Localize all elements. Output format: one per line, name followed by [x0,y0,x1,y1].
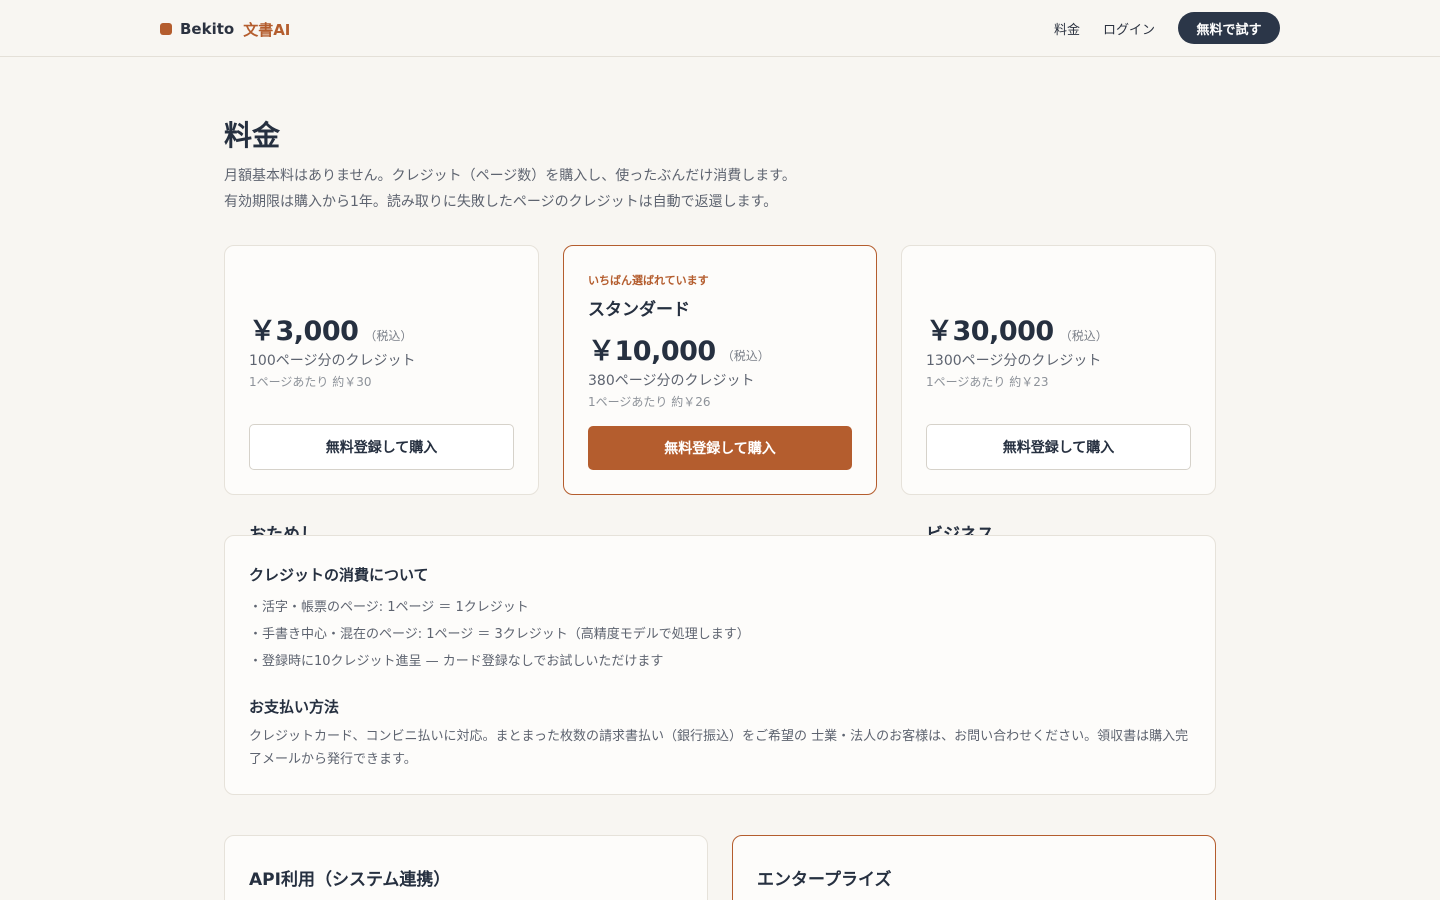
plan-card-standard: いちばん選ばれています スタンダード ￥10,000 （税込） 380ページ分の… [563,245,877,495]
page-lead: 月額基本料はありません。クレジット（ページ数）を購入し、使ったぶんだけ消費します… [224,163,1024,215]
plan-price-row: ￥30,000 （税込） [926,309,1108,348]
lead-line-1: 月額基本料はありません。クレジット（ページ数）を購入し、使ったぶんだけ消費します… [224,168,796,184]
credit-usage-list: ・活字・帳票のページ: 1ページ ＝ 1クレジット ・手書き中心・混在のページ:… [249,598,750,679]
list-item: ・登録時に10クレジット進呈 — カード登録なしでお試しいただけます [249,654,664,669]
plan-credits: 100ページ分のクレジット [249,353,416,369]
page-title: 料金 [224,119,281,152]
brand-logo[interactable]: Bekito 文書AI [160,19,290,39]
plan-price-row: ￥3,000 （税込） [249,309,412,348]
brand-subtitle: 文書AI [243,20,291,39]
plan-per-page: 1ページあたり 約￥23 [926,375,1049,389]
plan-price: ￥30,000 [926,316,1054,347]
nav-link-login[interactable]: ログイン [1103,19,1155,38]
plan-buy-button[interactable]: 無料登録して購入 [926,424,1191,470]
plan-buy-button[interactable]: 無料登録して購入 [588,426,852,470]
plan-credits: 380ページ分のクレジット [588,373,755,389]
plan-tax-note: （税込） [1059,329,1108,343]
credit-usage-title: クレジットの消費について [249,566,429,584]
plan-card-business: ビジネス ￥30,000 （税込） 1300ページ分のクレジット 1ページあたり… [901,245,1216,545]
plan-tax-note: （税込） [364,329,413,343]
payment-method-title: お支払い方法 [249,698,340,716]
api-usage-card: API利用（システム連携） [224,835,708,900]
plan-price-row: ￥10,000 （税込） [588,329,770,368]
plan-buy-button[interactable]: 無料登録して購入 [249,424,514,470]
plan-card-trial: おためし ￥3,000 （税込） 100ページ分のクレジット 1ページあたり 約… [224,245,539,545]
plan-tax-note: （税込） [721,349,770,363]
plan-price: ￥3,000 [249,316,359,347]
plan-name: スタンダード [588,300,690,320]
try-free-button[interactable]: 無料で試す [1178,12,1280,44]
list-item: ・手書き中心・混在のページ: 1ページ ＝ 3クレジット（高精度モデルで処理しま… [249,627,750,642]
brand-name: Bekito [180,20,235,38]
plan-price: ￥10,000 [588,336,716,367]
plan-credits: 1300ページ分のクレジット [926,353,1102,369]
top-navigation-bar: Bekito 文書AI 料金 ログイン 無料で試す [0,0,1440,57]
popular-badge: いちばん選ばれています [588,274,709,287]
nav-link-pricing[interactable]: 料金 [1054,19,1080,38]
list-item: ・活字・帳票のページ: 1ページ ＝ 1クレジット [249,600,529,615]
api-usage-title: API利用（システム連携） [249,870,451,890]
lead-line-2: 有効期限は購入から1年。読み取りに失敗したページのクレジットは自動で返還します。 [224,194,778,210]
enterprise-card: エンタープライズ [732,835,1216,900]
brand-mark-icon [160,23,172,35]
plan-per-page: 1ページあたり 約￥26 [588,395,711,409]
plan-per-page: 1ページあたり 約￥30 [249,375,372,389]
enterprise-title: エンタープライズ [757,870,892,890]
payment-method-text: クレジットカード、コンビニ払いに対応。まとまった枚数の請求書払い（銀行振込）をご… [249,729,1189,767]
credit-info-panel: クレジットの消費について ・活字・帳票のページ: 1ページ ＝ 1クレジット ・… [224,535,1216,795]
